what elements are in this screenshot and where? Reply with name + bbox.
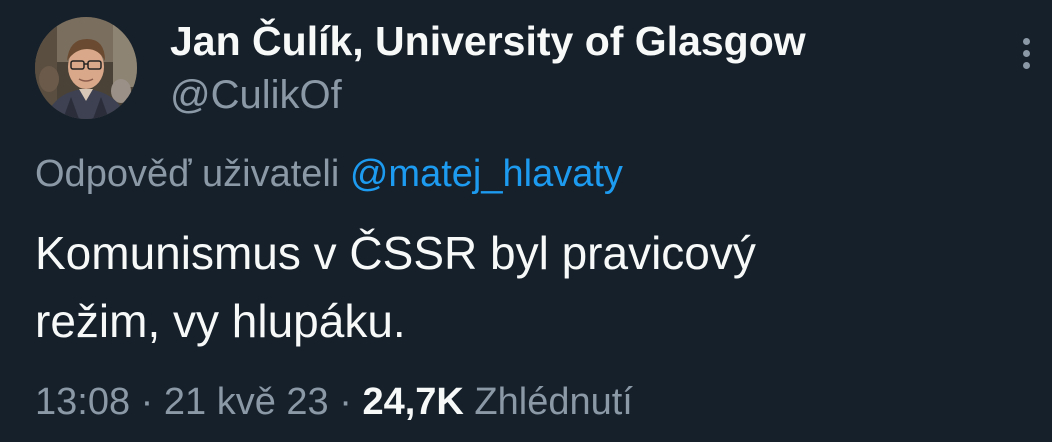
tweet-metadata: 13:08 · 21 kvě 23 · 24,7K Zhlédnutí	[35, 376, 633, 428]
tweet-text: Komunismus v ČSSR byl pravicový režim, v…	[35, 227, 756, 347]
reply-context: Odpověď uživateli @matej_hlavaty	[35, 150, 623, 198]
views-label[interactable]: Zhlédnutí	[474, 381, 632, 423]
reply-mention-link[interactable]: @matej_hlavaty	[350, 153, 623, 195]
meta-separator: ·	[339, 381, 352, 423]
reply-prefix: Odpověď uživateli	[35, 153, 340, 195]
more-dot	[1022, 50, 1030, 57]
author-display-name[interactable]: Jan Čulík, University of Glasgow	[170, 16, 806, 66]
avatar-photo	[35, 17, 137, 119]
views-count[interactable]: 24,7K	[362, 381, 463, 423]
tweet-date[interactable]: 21 kvě 23	[164, 381, 329, 423]
tweet-time[interactable]: 13:08	[35, 381, 130, 423]
more-dot	[1022, 62, 1030, 69]
avatar[interactable]	[35, 17, 137, 119]
more-dot	[1022, 38, 1030, 45]
author-handle[interactable]: @CulikOf	[170, 71, 342, 119]
meta-separator: ·	[140, 381, 154, 423]
more-vertical-icon[interactable]	[1016, 38, 1036, 78]
